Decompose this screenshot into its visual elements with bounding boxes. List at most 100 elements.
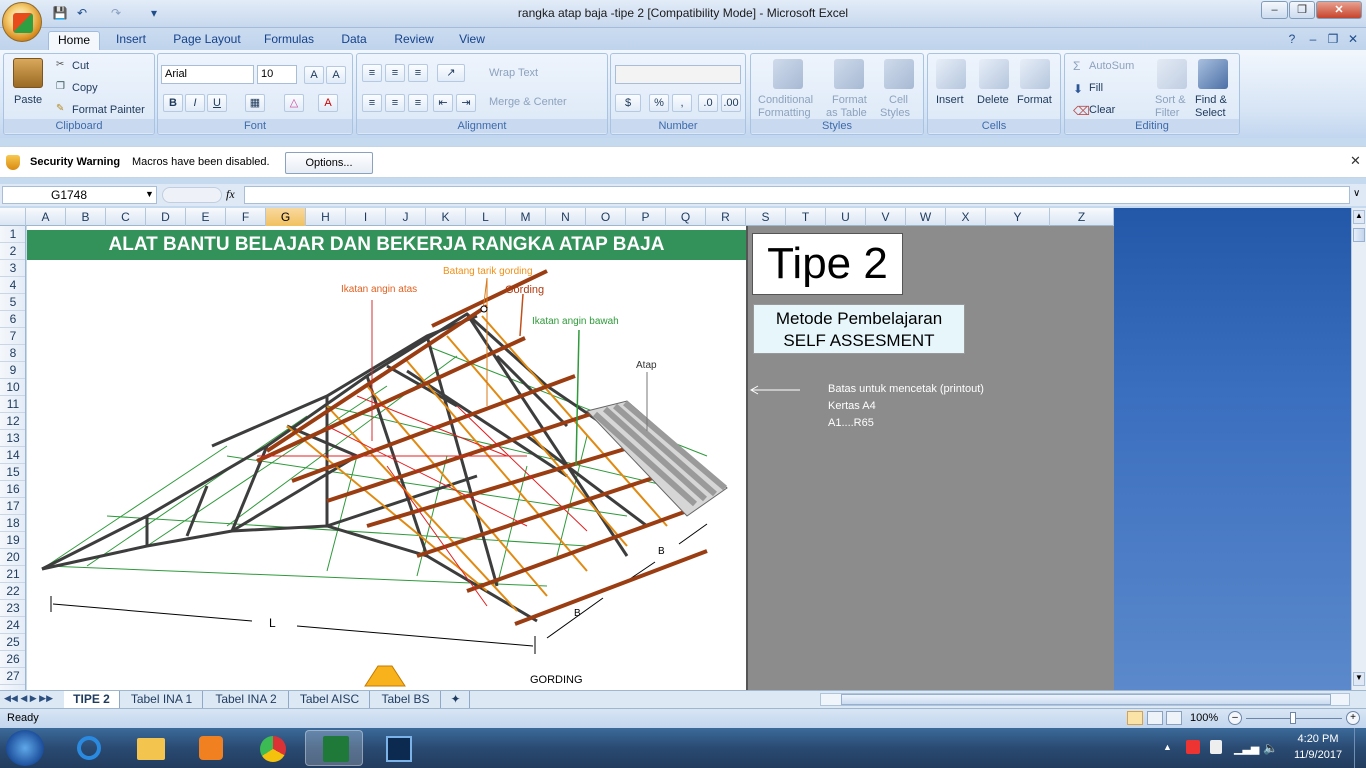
delete-cells-icon[interactable] (979, 59, 1009, 89)
row-header-4[interactable]: 4 (0, 277, 25, 294)
column-header-u[interactable]: U (826, 208, 866, 226)
column-header-r[interactable]: R (706, 208, 746, 226)
row-header-23[interactable]: 23 (0, 600, 25, 617)
borders-button[interactable]: ▦ (245, 94, 265, 112)
row-header-2[interactable]: 2 (0, 243, 25, 260)
column-header-v[interactable]: V (866, 208, 906, 226)
non-print-area[interactable] (746, 226, 1114, 690)
column-header-x[interactable]: X (946, 208, 986, 226)
ribbon-restore-icon[interactable]: ❐ (1325, 31, 1341, 47)
normal-view-icon[interactable] (1127, 711, 1143, 725)
page-break-view-icon[interactable] (1166, 711, 1182, 725)
vertical-scrollbar[interactable]: ▲ ▼ (1351, 208, 1366, 690)
tab-insert[interactable]: Insert (108, 31, 154, 50)
ie-icon[interactable] (60, 730, 118, 766)
font-size-combo[interactable]: 10 (257, 65, 297, 84)
column-header-z[interactable]: Z (1050, 208, 1114, 226)
format-as-table-icon[interactable] (834, 59, 864, 89)
row-header-14[interactable]: 14 (0, 447, 25, 464)
clock-time[interactable]: 4:20 PM (1290, 733, 1346, 745)
network-icon[interactable]: ▁▃▅ (1234, 742, 1259, 755)
column-header-h[interactable]: H (306, 208, 346, 226)
sort-filter-icon[interactable] (1157, 59, 1187, 89)
percent-button[interactable]: % (649, 94, 669, 112)
show-hidden-icons[interactable]: ▲ (1163, 742, 1172, 752)
as-table-label[interactable]: as Table (826, 107, 867, 119)
row-header-21[interactable]: 21 (0, 566, 25, 583)
device-icon[interactable] (1210, 740, 1222, 754)
tab-view[interactable]: View (452, 31, 492, 50)
decrease-decimal-button[interactable]: .00 (721, 94, 741, 112)
font-name-combo[interactable]: Arial (161, 65, 254, 84)
cell-styles-icon[interactable] (884, 59, 914, 89)
bold-button[interactable]: B (163, 94, 183, 112)
photoshop-icon[interactable] (369, 730, 427, 766)
column-header-g[interactable]: G (266, 208, 306, 226)
autosum-button[interactable]: AutoSum (1089, 60, 1134, 72)
column-header-l[interactable]: L (466, 208, 506, 226)
orientation-button[interactable]: ↗ (437, 64, 465, 82)
formatting-label[interactable]: Formatting (758, 107, 811, 119)
row-header-27[interactable]: 27 (0, 668, 25, 685)
tab-review[interactable]: Review (388, 31, 440, 50)
zoom-slider-thumb[interactable] (1290, 712, 1296, 724)
name-box[interactable]: G1748 (2, 186, 157, 204)
first-sheet-icon[interactable]: ◀◀ ◀ ▶ ▶▶ (4, 693, 53, 704)
row-header-13[interactable]: 13 (0, 430, 25, 447)
align-center-button[interactable]: ≡ (385, 94, 405, 112)
comma-button[interactable]: , (672, 94, 692, 112)
align-left-button[interactable]: ≡ (362, 94, 382, 112)
row-header-22[interactable]: 22 (0, 583, 25, 600)
column-header-f[interactable]: F (226, 208, 266, 226)
cut-button[interactable]: Cut (72, 60, 89, 72)
row-header-1[interactable]: 1 (0, 226, 25, 243)
select-label[interactable]: Select (1195, 107, 1226, 119)
start-button-icon[interactable] (6, 730, 44, 766)
restore-button[interactable]: ❐ (1289, 1, 1315, 19)
fx-icon[interactable]: fx (226, 187, 235, 202)
paste-icon[interactable] (13, 58, 43, 88)
wrap-text-button[interactable]: Wrap Text (489, 67, 538, 79)
horizontal-scrollbar[interactable] (820, 693, 1350, 706)
increase-decimal-button[interactable]: .0 (698, 94, 718, 112)
sheet-tab-tabel-aisc[interactable]: Tabel AISC (290, 691, 370, 708)
row-header-24[interactable]: 24 (0, 617, 25, 634)
zoom-level[interactable]: 100% (1190, 712, 1218, 724)
align-right-button[interactable]: ≡ (408, 94, 428, 112)
row-header-7[interactable]: 7 (0, 328, 25, 345)
excel-taskbar-icon[interactable] (305, 730, 363, 766)
column-header-t[interactable]: T (786, 208, 826, 226)
insert-sheet-icon[interactable]: ✦ (442, 691, 470, 708)
sheet-tab-tabel-ina-1[interactable]: Tabel INA 1 (121, 691, 203, 708)
horizontal-scroll-thumb[interactable] (841, 694, 1331, 705)
row-header-6[interactable]: 6 (0, 311, 25, 328)
scroll-up-icon[interactable]: ▲ (1353, 210, 1365, 224)
help-icon[interactable]: ? (1284, 31, 1300, 47)
align-middle-button[interactable]: ≡ (385, 64, 405, 82)
row-header-15[interactable]: 15 (0, 464, 25, 481)
zoom-out-icon[interactable]: – (1228, 711, 1242, 725)
sheet-tab-tabel-ina-2[interactable]: Tabel INA 2 (204, 691, 289, 708)
row-header-19[interactable]: 19 (0, 532, 25, 549)
row-header-26[interactable]: 26 (0, 651, 25, 668)
zoom-in-icon[interactable]: + (1346, 711, 1360, 725)
column-header-b[interactable]: B (66, 208, 106, 226)
row-header-10[interactable]: 10 (0, 379, 25, 396)
tab-home[interactable]: Home (48, 31, 100, 50)
merge-center-button[interactable]: Merge & Center (489, 96, 567, 108)
styles-button-label[interactable]: Styles (880, 107, 910, 119)
conditional-label[interactable]: Conditional (758, 94, 813, 106)
delete-button[interactable]: Delete (977, 94, 1009, 106)
select-all-corner[interactable] (0, 208, 26, 226)
scroll-thumb[interactable] (1353, 228, 1365, 242)
row-header-17[interactable]: 17 (0, 498, 25, 515)
tab-formulas[interactable]: Formulas (258, 31, 320, 50)
column-header-j[interactable]: J (386, 208, 426, 226)
column-header-y[interactable]: Y (986, 208, 1050, 226)
column-header-n[interactable]: N (546, 208, 586, 226)
column-header-m[interactable]: M (506, 208, 546, 226)
row-header-8[interactable]: 8 (0, 345, 25, 362)
media-player-icon[interactable] (182, 730, 240, 766)
ribbon-minimize-icon[interactable]: – (1305, 31, 1321, 47)
format-painter-button[interactable]: Format Painter (72, 104, 145, 116)
